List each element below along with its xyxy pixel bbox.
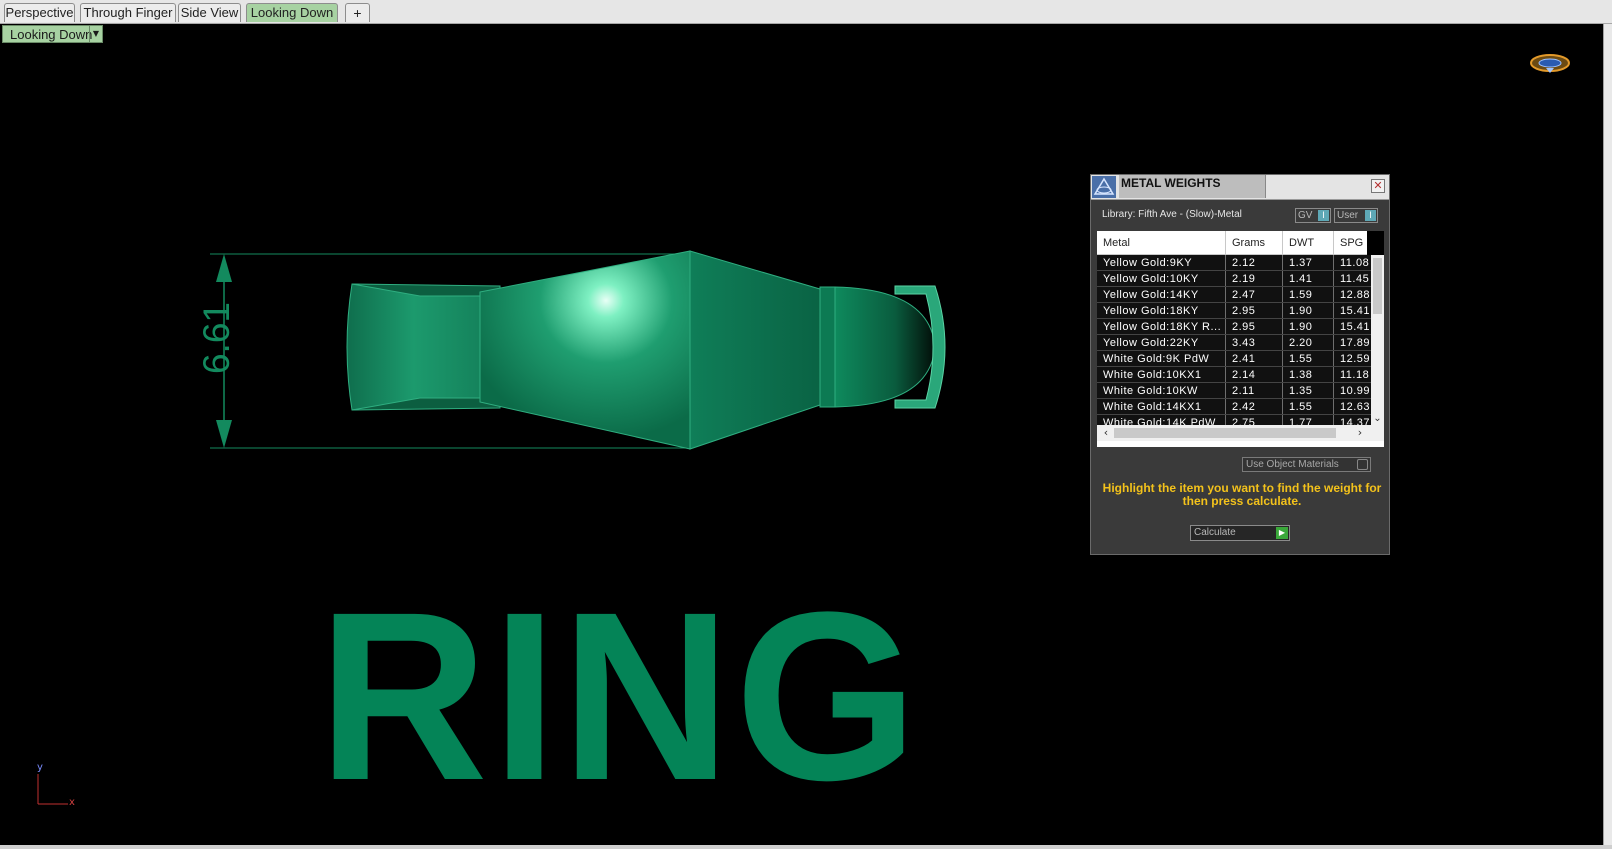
cell-metal: White Gold:14KX1 bbox=[1097, 398, 1226, 415]
scroll-down-icon[interactable]: ⌄ bbox=[1371, 413, 1384, 425]
cell-dwt: 2.20 bbox=[1282, 334, 1334, 351]
calculate-button[interactable]: Calculate ▶ bbox=[1190, 525, 1290, 541]
table-row[interactable]: White Gold:9K PdW 2.41 1.55 12.59 bbox=[1097, 350, 1381, 367]
library-label: Library: Fifth Ave - (Slow)-Metal bbox=[1102, 209, 1242, 220]
use-object-materials-label: Use Object Materials bbox=[1246, 459, 1339, 470]
use-object-materials-checkbox[interactable]: Use Object Materials bbox=[1242, 457, 1371, 472]
cell-grams: 2.42 bbox=[1225, 398, 1283, 415]
cell-dwt: 1.37 bbox=[1282, 254, 1334, 271]
scroll-right-icon[interactable]: › bbox=[1353, 425, 1367, 441]
tab-looking-down[interactable]: Looking Down bbox=[246, 3, 338, 22]
cell-dwt: 1.35 bbox=[1282, 382, 1334, 399]
gv-button-label: GV bbox=[1298, 210, 1313, 221]
table-row[interactable]: Yellow Gold:18KY R... 2.95 1.90 15.41 bbox=[1097, 318, 1381, 335]
vertical-scroll-thumb[interactable] bbox=[1373, 258, 1382, 314]
user-toggle-icon: I bbox=[1365, 210, 1376, 221]
ring-caption: RING bbox=[318, 562, 922, 830]
calculate-button-label: Calculate bbox=[1194, 527, 1236, 538]
cell-dwt: 1.59 bbox=[1282, 286, 1334, 303]
axis-x-label: x bbox=[69, 797, 75, 808]
scroll-left-icon[interactable]: ‹ bbox=[1099, 425, 1113, 441]
user-button-label: User bbox=[1337, 210, 1359, 221]
table-header-row: Metal Grams DWT SPG bbox=[1097, 231, 1381, 255]
table-vertical-scrollbar[interactable]: ⌄ bbox=[1371, 255, 1384, 425]
gv-toggle-icon: I bbox=[1318, 210, 1329, 221]
panel-header: METAL WEIGHTS ✕ bbox=[1091, 175, 1389, 200]
instruction-text: Highlight the item you want to find the … bbox=[1102, 481, 1382, 508]
cell-grams: 2.11 bbox=[1225, 382, 1283, 399]
metal-table[interactable]: Metal Grams DWT SPG Yellow Gold:9KY 2.12 1… bbox=[1097, 231, 1384, 447]
table-row[interactable]: White Gold:10KW 2.11 1.35 10.99 bbox=[1097, 382, 1381, 399]
gv-button[interactable]: GV I bbox=[1295, 208, 1331, 223]
checkbox-icon bbox=[1357, 459, 1368, 470]
cell-metal: Yellow Gold:18KY bbox=[1097, 302, 1226, 319]
cell-grams: 2.19 bbox=[1225, 270, 1283, 287]
table-row[interactable]: Yellow Gold:9KY 2.12 1.37 11.08 bbox=[1097, 254, 1381, 271]
cell-grams: 2.12 bbox=[1225, 254, 1283, 271]
cell-dwt: 1.55 bbox=[1282, 398, 1334, 415]
viewport-right-edge bbox=[1603, 24, 1612, 845]
table-row[interactable]: Yellow Gold:14KY 2.47 1.59 12.88 bbox=[1097, 286, 1381, 303]
tab-through-finger[interactable]: Through Finger bbox=[80, 3, 176, 22]
tab-side-view[interactable]: Side View bbox=[178, 3, 241, 22]
table-row[interactable]: Yellow Gold:10KY 2.19 1.41 11.45 bbox=[1097, 270, 1381, 287]
column-header-metal[interactable]: Metal bbox=[1097, 231, 1226, 255]
add-tab-button[interactable]: + bbox=[345, 3, 370, 22]
app-logo-icon bbox=[1092, 176, 1116, 198]
cell-metal: Yellow Gold:10KY bbox=[1097, 270, 1226, 287]
cell-metal: Yellow Gold:9KY bbox=[1097, 254, 1226, 271]
cell-dwt: 1.41 bbox=[1282, 270, 1334, 287]
bottom-edge bbox=[0, 845, 1612, 849]
cell-metal: White Gold:9K PdW bbox=[1097, 350, 1226, 367]
dimension-label: 6.61 bbox=[196, 302, 237, 375]
cell-metal: White Gold:10KW bbox=[1097, 382, 1226, 399]
play-arrow-icon: ▶ bbox=[1276, 527, 1288, 539]
table-row[interactable]: Yellow Gold:22KY 3.43 2.20 17.89 bbox=[1097, 334, 1381, 351]
column-header-grams[interactable]: Grams bbox=[1225, 231, 1283, 255]
close-icon[interactable]: ✕ bbox=[1371, 179, 1385, 193]
metal-weights-panel: METAL WEIGHTS ✕ Library: Fifth Ave - (Sl… bbox=[1090, 174, 1390, 555]
cell-grams: 2.14 bbox=[1225, 366, 1283, 383]
viewport-tab-bar: Perspective Through Finger Side View Loo… bbox=[0, 0, 1612, 24]
table-row[interactable]: Yellow Gold:18KY 2.95 1.90 15.41 bbox=[1097, 302, 1381, 319]
looking-down-viewport[interactable]: Looking Down ▼ 6.61 RING y x METAL WEIGH… bbox=[0, 24, 1603, 845]
cell-dwt: 1.90 bbox=[1282, 318, 1334, 335]
header-corner bbox=[1367, 231, 1384, 255]
panel-title: METAL WEIGHTS bbox=[1119, 175, 1266, 198]
cell-grams: 2.95 bbox=[1225, 302, 1283, 319]
cell-grams: 2.47 bbox=[1225, 286, 1283, 303]
tab-perspective[interactable]: Perspective bbox=[4, 3, 75, 22]
column-header-dwt[interactable]: DWT bbox=[1282, 231, 1334, 255]
axis-y-label: y bbox=[37, 762, 43, 773]
axis-indicator-icon bbox=[37, 774, 68, 805]
cell-grams: 2.41 bbox=[1225, 350, 1283, 367]
cell-dwt: 1.55 bbox=[1282, 350, 1334, 367]
user-button[interactable]: User I bbox=[1334, 208, 1378, 223]
cell-grams: 2.95 bbox=[1225, 318, 1283, 335]
table-horizontal-scrollbar[interactable]: ‹ › bbox=[1097, 425, 1384, 441]
cell-grams: 3.43 bbox=[1225, 334, 1283, 351]
cell-metal: White Gold:10KX1 bbox=[1097, 366, 1226, 383]
table-row[interactable]: White Gold:14KX1 2.42 1.55 12.63 bbox=[1097, 398, 1381, 415]
table-row[interactable]: White Gold:10KX1 2.14 1.38 11.18 bbox=[1097, 366, 1381, 383]
horizontal-scroll-thumb[interactable] bbox=[1114, 428, 1336, 438]
cell-metal: Yellow Gold:22KY bbox=[1097, 334, 1226, 351]
cell-dwt: 1.90 bbox=[1282, 302, 1334, 319]
cell-dwt: 1.38 bbox=[1282, 366, 1334, 383]
cell-metal: Yellow Gold:14KY bbox=[1097, 286, 1226, 303]
cell-metal: Yellow Gold:18KY R... bbox=[1097, 318, 1226, 335]
